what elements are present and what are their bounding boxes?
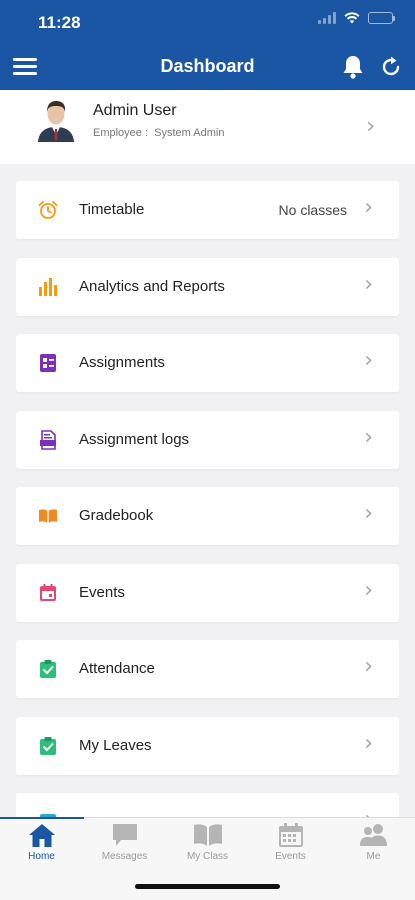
tab-my-class[interactable]: My Class bbox=[166, 822, 249, 870]
clipboard-check-icon bbox=[40, 736, 56, 755]
calendar-icon bbox=[278, 823, 303, 847]
timetable-status: No classes bbox=[278, 202, 347, 218]
chevron-right-icon: › bbox=[364, 501, 373, 526]
home-indicator bbox=[135, 884, 280, 889]
chevron-right-icon: › bbox=[364, 195, 373, 220]
assignment-log-icon bbox=[40, 429, 56, 450]
menu-item-attendance[interactable]: Attendance › bbox=[16, 640, 399, 698]
home-icon bbox=[28, 824, 55, 847]
menu-item-gradebook[interactable]: Gradebook › bbox=[16, 487, 399, 545]
bell-icon[interactable] bbox=[341, 54, 365, 80]
tab-me[interactable]: Me bbox=[332, 822, 415, 870]
chevron-right-icon: › bbox=[364, 809, 373, 818]
status-icons bbox=[318, 12, 395, 24]
tab-events[interactable]: Events bbox=[249, 822, 332, 870]
people-icon bbox=[359, 824, 387, 846]
chevron-right-icon: › bbox=[366, 114, 375, 139]
menu-item-label: Attendance bbox=[79, 660, 155, 677]
tab-messages[interactable]: Messages bbox=[83, 822, 166, 870]
open-book-icon bbox=[39, 509, 57, 523]
tab-label: Me bbox=[366, 851, 381, 862]
tab-label: Home bbox=[28, 851, 55, 862]
alarm-clock-icon bbox=[38, 200, 58, 219]
tab-label: Messages bbox=[101, 851, 148, 862]
profile-name: Admin User bbox=[93, 102, 177, 119]
menu-item-analytics[interactable]: Analytics and Reports › bbox=[16, 257, 399, 316]
chevron-right-icon: › bbox=[364, 577, 373, 603]
dashboard-menu: Timetable No classes › Analytics and Rep… bbox=[16, 181, 399, 817]
menu-item-my-leaves[interactable]: My Leaves › bbox=[16, 716, 399, 775]
tab-label: My Class bbox=[186, 851, 229, 862]
menu-item-assignments[interactable]: Assignments › bbox=[16, 334, 399, 392]
menu-item-label: Timetable bbox=[79, 201, 145, 218]
menu-item-label: Gradebook bbox=[79, 507, 154, 524]
tab-home[interactable]: Home bbox=[0, 822, 83, 870]
app-header: 11:28 Dashboard bbox=[0, 0, 415, 90]
bar-chart-icon bbox=[39, 277, 57, 296]
chat-bubble-icon bbox=[112, 824, 137, 846]
menu-item-label: Assignments bbox=[79, 354, 165, 371]
chevron-right-icon: › bbox=[364, 271, 373, 297]
clipboard-check-icon bbox=[40, 660, 56, 678]
chevron-right-icon: › bbox=[364, 730, 373, 756]
battery-icon bbox=[368, 12, 395, 24]
chevron-right-icon: › bbox=[364, 424, 373, 450]
menu-item-timetable[interactable]: Timetable No classes › bbox=[16, 181, 399, 239]
calendar-icon bbox=[40, 583, 56, 601]
refresh-icon[interactable] bbox=[379, 55, 403, 79]
menu-item-label: Events bbox=[79, 583, 125, 601]
chevron-right-icon: › bbox=[364, 654, 373, 679]
menu-item-label: My Leaves bbox=[79, 736, 152, 754]
assignment-icon bbox=[40, 354, 56, 372]
tab-label: Events bbox=[275, 851, 306, 862]
cellular-signal-icon bbox=[318, 12, 336, 24]
status-time: 11:28 bbox=[38, 13, 81, 32]
avatar bbox=[38, 101, 74, 142]
profile-card[interactable]: Admin User Employee : System Admin › bbox=[0, 90, 415, 164]
menu-item-label: Analytics and Reports bbox=[79, 277, 225, 295]
menu-item-events[interactable]: Events › bbox=[16, 563, 399, 622]
active-tab-indicator bbox=[0, 817, 84, 819]
wifi-icon bbox=[344, 12, 360, 24]
chevron-right-icon: › bbox=[364, 348, 373, 373]
nav-bar: Dashboard bbox=[0, 48, 415, 88]
profile-role: Employee : System Admin bbox=[93, 127, 225, 139]
menu-item-assignment-logs[interactable]: Assignment logs › bbox=[16, 410, 399, 469]
book-icon bbox=[193, 824, 222, 846]
menu-item-label: Assignment logs bbox=[79, 430, 190, 448]
menu-item-partial[interactable]: › bbox=[16, 793, 399, 817]
